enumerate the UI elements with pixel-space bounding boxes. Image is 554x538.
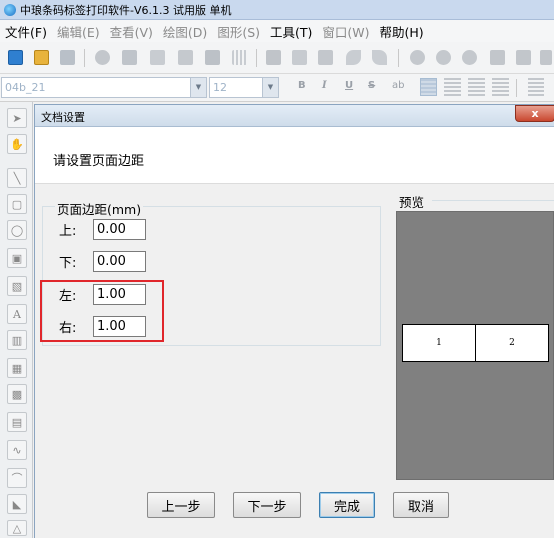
grid-icon[interactable] — [232, 50, 247, 65]
italic-button[interactable]: I — [322, 80, 327, 91]
arc-tool-icon[interactable]: ⌒ — [7, 468, 27, 488]
triangle-tool-icon[interactable]: △ — [7, 520, 27, 536]
app-title-bar: 中琅条码标签打印软件-V6.1.3 试用版 单机 — [0, 0, 554, 20]
zoom-out-icon[interactable] — [436, 50, 451, 65]
print-preview-icon[interactable] — [150, 50, 165, 65]
menu-bar: 文件(F) 编辑(E) 查看(V) 绘图(D) 图形(S) 工具(T) 窗口(W… — [0, 20, 554, 42]
app-title: 中琅条码标签打印软件-V6.1.3 试用版 单机 — [20, 3, 232, 17]
dialog-body: 页面边距(mm) 上: 下: 左: 右: 预览 1 2 上一步 下一步 完成 取… — [35, 184, 554, 538]
dialog-prompt: 请设置页面边距 — [53, 154, 145, 169]
rounded-rect-tool-icon[interactable]: ▣ — [7, 248, 27, 268]
document-settings-dialog: 文档设置 x 请设置页面边距 页面边距(mm) 上: 下: 左: 右: 预览 1… — [34, 104, 554, 538]
line-spacing-icon[interactable] — [528, 78, 544, 96]
page-margins-legend: 页面边距(mm) — [55, 199, 144, 218]
align-center-icon[interactable] — [444, 78, 461, 96]
align-left-icon[interactable] — [420, 78, 437, 96]
zoom-width-icon[interactable] — [516, 50, 531, 65]
menu-view[interactable]: 查看(V) — [105, 22, 158, 41]
align-right-icon[interactable] — [468, 78, 485, 96]
barcode-tool-icon[interactable]: ▥ — [7, 330, 27, 350]
finish-button[interactable]: 完成 — [319, 492, 375, 518]
highlight-box — [40, 280, 164, 342]
line-tool-icon[interactable]: ╲ — [7, 168, 27, 188]
zoom-actual-icon[interactable] — [540, 50, 552, 65]
batch-print-icon[interactable] — [205, 50, 220, 65]
bottom-margin-input[interactable] — [93, 251, 146, 272]
preview-canvas: 1 2 — [396, 211, 554, 480]
cancel-button[interactable]: 取消 — [393, 492, 449, 518]
picture-tool-icon[interactable]: ▩ — [7, 384, 27, 404]
bottom-margin-label: 下: — [59, 256, 77, 271]
bold-button[interactable]: B — [298, 80, 306, 91]
preview-group-border — [432, 200, 554, 201]
dialog-header: 请设置页面边距 — [35, 127, 554, 184]
menu-tools[interactable]: 工具(T) — [265, 22, 317, 41]
ellipse-tool-icon[interactable]: ◯ — [7, 220, 27, 240]
polygon-tool-icon[interactable]: ◣ — [7, 494, 27, 514]
preview-label-2: 2 — [475, 324, 549, 362]
menu-shape[interactable]: 图形(S) — [212, 22, 265, 41]
zoom-page-icon[interactable] — [490, 50, 505, 65]
toolbar-separator — [516, 79, 517, 97]
undo-icon[interactable] — [346, 50, 361, 65]
table-tool-icon[interactable]: ▤ — [7, 412, 27, 432]
save-icon[interactable] — [60, 50, 75, 65]
print-icon[interactable] — [122, 50, 137, 65]
toolbar-separator — [256, 49, 257, 67]
text-tool-icon[interactable]: A — [7, 304, 27, 324]
font-name-select[interactable]: 04b_21 ▼ — [1, 77, 207, 98]
char-spacing-icon[interactable]: ab — [392, 80, 404, 91]
font-size-value: 12 — [213, 81, 227, 94]
menu-draw[interactable]: 绘图(D) — [158, 22, 212, 41]
preview-group: 预览 1 2 — [394, 192, 554, 482]
drawing-toolbar: ➤ ✋ ╲ ▢ ◯ ▣ ▧ A ▥ ▦ ▩ ▤ ∿ ⌒ ◣ △ — [0, 102, 33, 538]
preview-legend: 预览 — [399, 195, 425, 210]
close-button[interactable]: x — [515, 105, 554, 122]
menu-window[interactable]: 窗口(W) — [317, 22, 374, 41]
zoom-fit-icon[interactable] — [462, 50, 477, 65]
top-margin-label: 上: — [59, 224, 77, 239]
menu-file[interactable]: 文件(F) — [0, 22, 52, 41]
font-name-value: 04b_21 — [5, 81, 46, 94]
app-logo-icon — [4, 3, 16, 16]
copy-icon[interactable] — [292, 50, 307, 65]
curve-tool-icon[interactable]: ∿ — [7, 440, 27, 460]
toolbar-separator — [84, 49, 85, 67]
diamond-tool-icon[interactable]: ▧ — [7, 276, 27, 296]
prev-step-button[interactable]: 上一步 — [147, 492, 215, 518]
preview-label-1: 1 — [402, 324, 476, 362]
toolbar-separator — [398, 49, 399, 67]
menu-help[interactable]: 帮助(H) — [375, 22, 429, 41]
settings-icon[interactable] — [95, 50, 110, 65]
format-toolbar: 04b_21 ▼ 12 ▼ B I U S ab — [0, 74, 554, 102]
align-justify-icon[interactable] — [492, 78, 509, 96]
chevron-down-icon[interactable]: ▼ — [262, 78, 278, 97]
top-margin-input[interactable] — [93, 219, 146, 240]
zoom-in-icon[interactable] — [410, 50, 425, 65]
chevron-down-icon[interactable]: ▼ — [190, 78, 206, 97]
standard-toolbar — [0, 42, 554, 74]
rectangle-tool-icon[interactable]: ▢ — [7, 194, 27, 214]
strikethrough-button[interactable]: S — [368, 80, 375, 91]
font-size-select[interactable]: 12 ▼ — [209, 77, 279, 98]
menu-edit[interactable]: 编辑(E) — [52, 22, 105, 41]
dialog-title-bar: 文档设置 x — [35, 105, 554, 127]
new-document-icon[interactable] — [8, 50, 23, 65]
open-folder-icon[interactable] — [34, 50, 49, 65]
database-icon[interactable] — [178, 50, 193, 65]
dialog-title: 文档设置 — [41, 111, 85, 124]
next-step-button[interactable]: 下一步 — [233, 492, 301, 518]
image-tool-icon[interactable]: ▦ — [7, 358, 27, 378]
underline-button[interactable]: U — [345, 80, 353, 91]
paste-icon[interactable] — [318, 50, 333, 65]
hand-tool-icon[interactable]: ✋ — [7, 134, 27, 154]
pointer-tool-icon[interactable]: ➤ — [7, 108, 27, 128]
redo-icon[interactable] — [372, 50, 387, 65]
cut-icon[interactable] — [266, 50, 281, 65]
